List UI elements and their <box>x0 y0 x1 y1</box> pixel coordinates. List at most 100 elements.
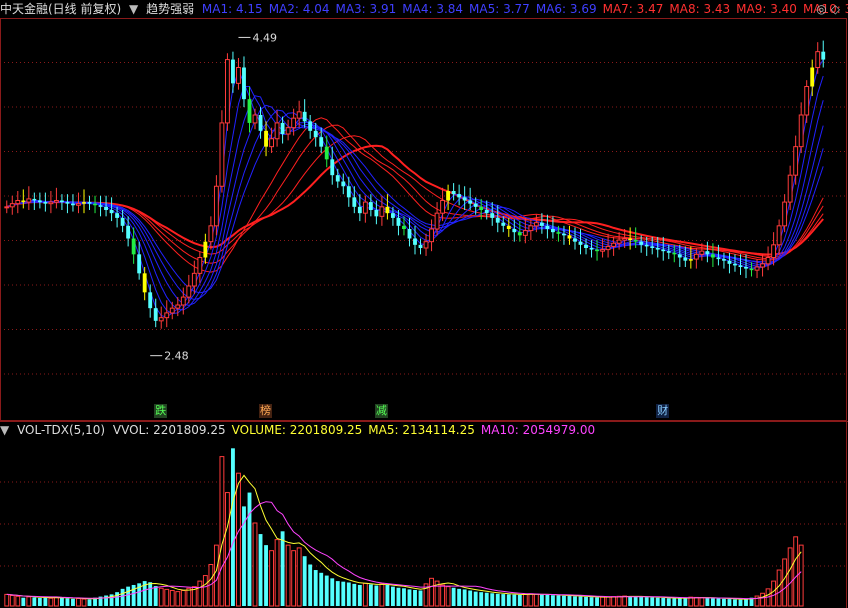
volume-bar <box>131 584 136 606</box>
volume-bar <box>584 596 588 606</box>
volume-bar <box>115 592 120 606</box>
candle-body <box>666 251 671 253</box>
volume-bar <box>32 597 37 606</box>
candle-body <box>661 249 666 252</box>
event-marker-1[interactable]: 跌 <box>154 404 168 418</box>
candle-body <box>98 205 103 207</box>
candle-body <box>787 174 793 203</box>
candle-body <box>776 225 782 246</box>
ma-value-6: MA6: 3.69 <box>535 2 597 16</box>
volume-bar <box>616 595 622 607</box>
candle-body <box>324 146 329 160</box>
candle-body <box>362 201 368 214</box>
candle-body <box>43 202 48 204</box>
candle-body <box>672 252 677 255</box>
candle-body <box>169 307 175 314</box>
candle-body <box>37 200 42 203</box>
ma-value-8: MA8: 3.43 <box>669 2 731 16</box>
volume-bar <box>495 593 500 606</box>
volume-bar <box>48 597 54 607</box>
candle-body <box>15 200 21 205</box>
volume-bar <box>567 596 572 606</box>
circle-chevron-down-icon[interactable]: ▼ <box>129 2 138 16</box>
volume-bar <box>65 598 70 606</box>
candle-body <box>616 239 622 244</box>
candle-body <box>738 265 743 267</box>
volume-bar <box>722 598 726 606</box>
candle-body <box>291 117 297 129</box>
volume-bar <box>644 597 649 606</box>
candle-body <box>506 225 511 229</box>
ma-value-3: MA3: 3.91 <box>335 2 397 16</box>
volume-bar <box>501 594 506 606</box>
volume-title[interactable]: VOL-TDX(5,10) <box>17 423 105 437</box>
candle-body <box>440 200 446 214</box>
candle-body <box>722 259 726 261</box>
candle-body <box>131 238 136 255</box>
volume-bar <box>76 598 81 607</box>
candle-body <box>71 203 75 206</box>
circle-dot-icon[interactable]: ◎ <box>816 2 830 16</box>
candle-body <box>341 181 346 187</box>
volume-bar <box>169 590 175 607</box>
candle-body <box>423 241 429 249</box>
candle-body <box>479 206 484 210</box>
chart-stage: 4.49 2.48 <box>0 0 848 608</box>
candle-body <box>490 213 495 218</box>
candle-body <box>357 206 362 214</box>
candle-body <box>677 254 682 258</box>
diamond-icon[interactable]: ◇ <box>831 2 844 16</box>
volume-bar <box>213 544 219 607</box>
volume-bar <box>418 590 423 606</box>
candle-body <box>771 244 777 258</box>
candle-body <box>104 206 108 210</box>
volume-bar <box>391 586 395 606</box>
candle-body <box>782 201 788 227</box>
candle-body <box>705 251 710 255</box>
circle-chevron-down-icon[interactable]: ▼ <box>0 423 9 437</box>
volume-bar <box>578 596 583 606</box>
volume-bar <box>705 597 710 606</box>
candle-body <box>242 67 246 100</box>
event-marker-3[interactable]: 减 <box>374 404 388 418</box>
volume-bar <box>247 492 252 606</box>
candle-body <box>109 210 114 214</box>
volume-ma10-line <box>6 501 802 600</box>
stock-title[interactable]: 中天金融(日线 前复权) <box>0 2 121 16</box>
candle-body <box>269 138 274 148</box>
candle-body <box>522 230 528 236</box>
volume-bar <box>517 594 522 606</box>
candle-body <box>231 59 235 84</box>
candle-body <box>407 229 412 239</box>
candle-body <box>219 122 225 187</box>
event-marker-4[interactable]: 财 <box>656 404 670 418</box>
candle-body <box>798 114 804 148</box>
candle-body <box>562 233 566 236</box>
volume-bar <box>633 596 638 606</box>
candle-body <box>402 225 406 229</box>
volume-bar <box>291 550 297 607</box>
candle-body <box>533 222 539 227</box>
volume-bar <box>445 586 451 607</box>
volume-bar <box>655 597 660 606</box>
ma-value-1: MA1: 4.15 <box>201 2 263 16</box>
candle-body <box>501 222 506 226</box>
candle-body <box>733 263 737 266</box>
candle-body <box>76 203 81 206</box>
indicator-name[interactable]: 趋势强弱 <box>146 2 194 16</box>
volume-bar <box>87 599 92 606</box>
candle-body <box>495 217 500 223</box>
volume-bar <box>639 596 644 606</box>
volume-bar <box>699 597 705 607</box>
volume-bar <box>672 598 677 606</box>
volume-bar <box>522 593 528 607</box>
volume-bar <box>252 522 258 607</box>
price-chart[interactable]: 4.49 2.48 <box>0 0 848 608</box>
volume-bar <box>396 587 401 606</box>
ma-blue-line-3 <box>6 95 824 311</box>
ma-blue-line-1 <box>6 59 824 318</box>
candle-body <box>429 228 434 243</box>
event-marker-2[interactable]: 榜 <box>259 404 273 418</box>
price-panel-frame <box>0 18 847 421</box>
candle-body <box>396 217 401 226</box>
